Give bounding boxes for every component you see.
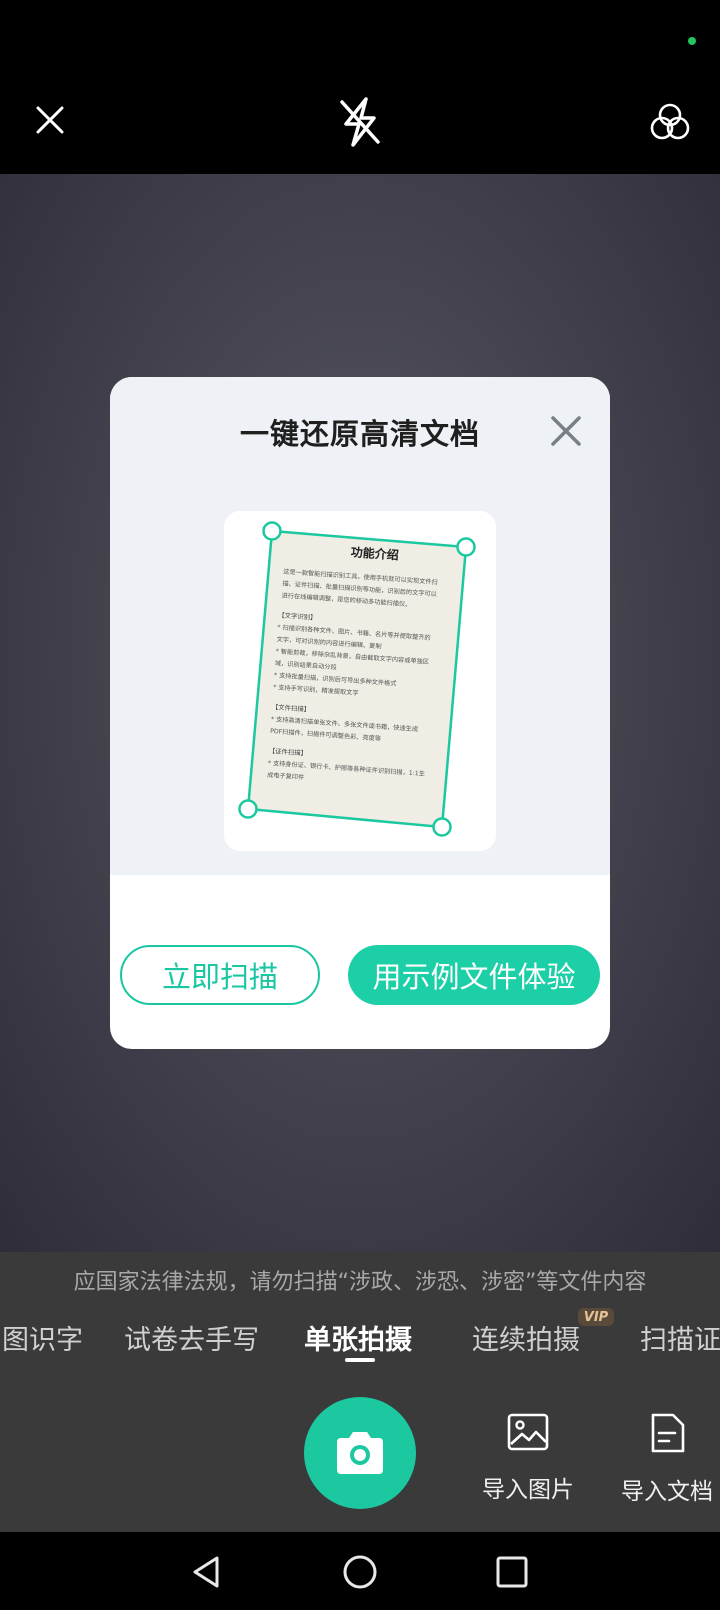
- filter-icon[interactable]: [648, 100, 692, 144]
- import-image-label: 导入图片: [482, 1477, 574, 1503]
- crop-handle: [238, 799, 258, 819]
- sample-document-illustration: 功能介绍这是一款智能扫描识别工具，使用手机就可以实现文件扫描、证件扫描、批量扫描…: [238, 521, 476, 837]
- close-icon[interactable]: [30, 100, 70, 140]
- legal-notice: 应国家法律法规，请勿扫描“涉政、涉恐、涉密”等文件内容: [73, 1270, 647, 1295]
- dialog-title: 一键还原高清文档: [239, 417, 480, 451]
- import-document-button[interactable]: 导入文档: [612, 1412, 720, 1506]
- sample-document-card: 功能介绍 这是一款智能扫描识别工具，使用手机就可以实现文件扫 描、证件扫描、批量扫描…: [224, 511, 496, 851]
- mode-tab-scan-id[interactable]: 扫描证: [640, 1318, 720, 1357]
- active-mode-indicator: [345, 1358, 375, 1362]
- crop-handle: [262, 521, 282, 541]
- scan-now-button[interactable]: 立即扫描: [120, 945, 320, 1005]
- shutter-button[interactable]: [304, 1397, 416, 1509]
- mode-tab-remove-handwriting[interactable]: 试卷去手写: [124, 1318, 259, 1357]
- crop-handle: [432, 817, 452, 837]
- mode-tab-continuous-shot[interactable]: 连续拍摄: [472, 1318, 580, 1357]
- camera-icon: [337, 1432, 383, 1474]
- document-icon: [651, 1413, 685, 1453]
- system-navigation-bar: [0, 1532, 720, 1610]
- mode-tab-image-text[interactable]: 图识字: [2, 1318, 83, 1357]
- try-sample-file-button[interactable]: 用示例文件体验: [348, 945, 600, 1005]
- back-icon[interactable]: [184, 1550, 228, 1594]
- vip-badge: VIP: [578, 1308, 614, 1326]
- import-image-button[interactable]: 导入图片: [473, 1412, 583, 1504]
- crop-handle: [456, 537, 476, 557]
- camera-controls: 应国家法律法规，请勿扫描“涉政、涉恐、涉密”等文件内容 图识字 试卷去手写 单张…: [0, 1252, 720, 1532]
- flash-auto-icon[interactable]: [334, 94, 386, 150]
- home-icon[interactable]: [338, 1550, 382, 1594]
- dialog-close-icon[interactable]: [546, 411, 586, 451]
- camera-top-bar: [0, 60, 720, 174]
- import-document-label: 导入文档: [621, 1479, 713, 1505]
- recents-icon[interactable]: [490, 1550, 534, 1594]
- status-indicator-dot: [688, 37, 696, 45]
- feature-intro-dialog: 一键还原高清文档 功能介绍 这是一款智能扫描识别工具，使用手机就可以实现文件扫 描、…: [110, 377, 610, 1049]
- image-icon: [507, 1413, 549, 1451]
- mode-tab-single-shot[interactable]: 单张拍摄: [304, 1318, 412, 1357]
